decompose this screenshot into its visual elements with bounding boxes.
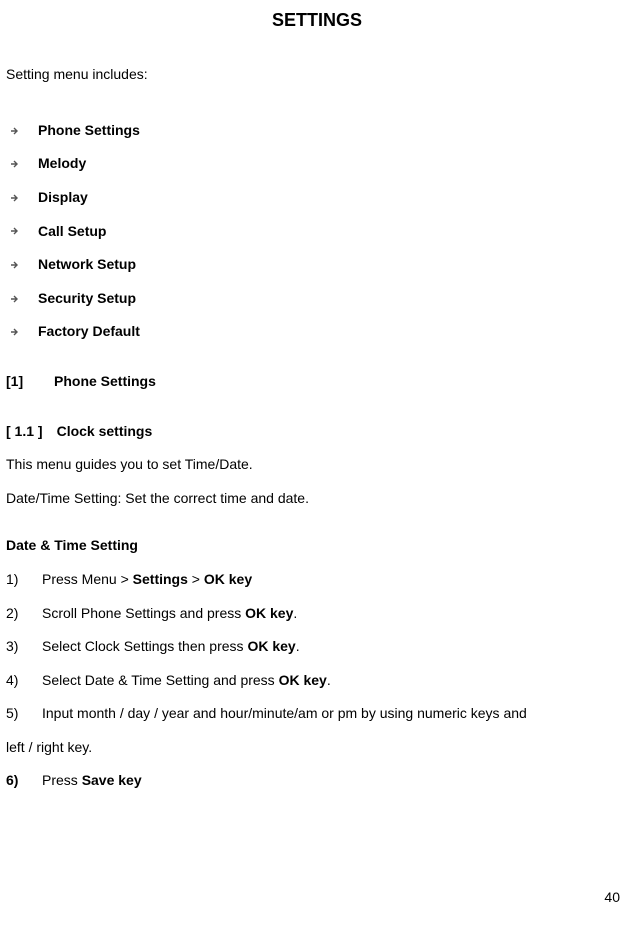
step-number: 5) (6, 704, 42, 724)
step-text: . (327, 672, 331, 688)
arrow-right-icon (10, 294, 20, 304)
arrow-right-icon (10, 159, 20, 169)
menu-item-phone-settings: Phone Settings (10, 121, 628, 141)
menu-item-network-setup: Network Setup (10, 255, 628, 275)
step-number: 1) (6, 570, 42, 590)
page-title: SETTINGS (6, 8, 628, 33)
paragraph: This menu guides you to set Time/Date. (6, 455, 628, 475)
intro-text: Setting menu includes: (6, 65, 628, 85)
menu-item-label: Network Setup (38, 255, 136, 275)
step-number: 3) (6, 637, 42, 657)
menu-item-label: Melody (38, 154, 86, 174)
step-text: Scroll Phone Settings and press (42, 605, 245, 621)
subsection-number: [ 1.1 ] (6, 422, 43, 442)
step-5-cont: left / right key. (6, 738, 628, 758)
sub-title: Date & Time Setting (6, 536, 628, 556)
section-number: [1] (6, 372, 54, 392)
section-label: Phone Settings (54, 373, 156, 389)
step-bold: Settings (133, 571, 188, 587)
step-1: 1)Press Menu > Settings > OK key (6, 570, 628, 590)
page-number: 40 (604, 888, 620, 908)
arrow-right-icon (10, 226, 20, 236)
step-5: 5)Input month / day / year and hour/minu… (6, 704, 628, 724)
step-number: 4) (6, 671, 42, 691)
arrow-right-icon (10, 260, 20, 270)
step-text: . (296, 638, 300, 654)
menu-item-label: Call Setup (38, 222, 106, 242)
menu-item-display: Display (10, 188, 628, 208)
menu-item-label: Phone Settings (38, 121, 140, 141)
menu-item-factory-default: Factory Default (10, 322, 628, 342)
step-number: 6) (6, 771, 42, 791)
menu-item-label: Display (38, 188, 88, 208)
menu-item-label: Security Setup (38, 289, 136, 309)
menu-list: Phone Settings Melody Display Call Setup… (10, 121, 628, 342)
menu-item-melody: Melody (10, 154, 628, 174)
step-text: Press (42, 772, 82, 788)
subsection-label: Clock settings (57, 423, 153, 439)
step-text: Press Menu > (42, 571, 133, 587)
step-3: 3)Select Clock Settings then press OK ke… (6, 637, 628, 657)
arrow-right-icon (10, 193, 20, 203)
step-bold: OK key (247, 638, 295, 654)
step-bold: OK key (245, 605, 293, 621)
section-heading: [1]Phone Settings (6, 372, 628, 392)
subsection-heading: [ 1.1 ] Clock settings (6, 422, 628, 442)
step-2: 2)Scroll Phone Settings and press OK key… (6, 604, 628, 624)
step-text: > (188, 571, 204, 587)
arrow-right-icon (10, 126, 20, 136)
step-text: Select Clock Settings then press (42, 638, 247, 654)
menu-item-label: Factory Default (38, 322, 140, 342)
step-bold: OK key (279, 672, 327, 688)
step-4: 4)Select Date & Time Setting and press O… (6, 671, 628, 691)
menu-item-security-setup: Security Setup (10, 289, 628, 309)
step-text: Input month / day / year and hour/minute… (42, 705, 527, 721)
step-bold: OK key (204, 571, 252, 587)
step-number: 2) (6, 604, 42, 624)
step-text: . (293, 605, 297, 621)
menu-item-call-setup: Call Setup (10, 222, 628, 242)
step-6: 6)Press Save key (6, 771, 628, 791)
paragraph: Date/Time Setting: Set the correct time … (6, 489, 628, 509)
arrow-right-icon (10, 327, 20, 337)
step-bold: Save key (82, 772, 142, 788)
step-text: Select Date & Time Setting and press (42, 672, 279, 688)
